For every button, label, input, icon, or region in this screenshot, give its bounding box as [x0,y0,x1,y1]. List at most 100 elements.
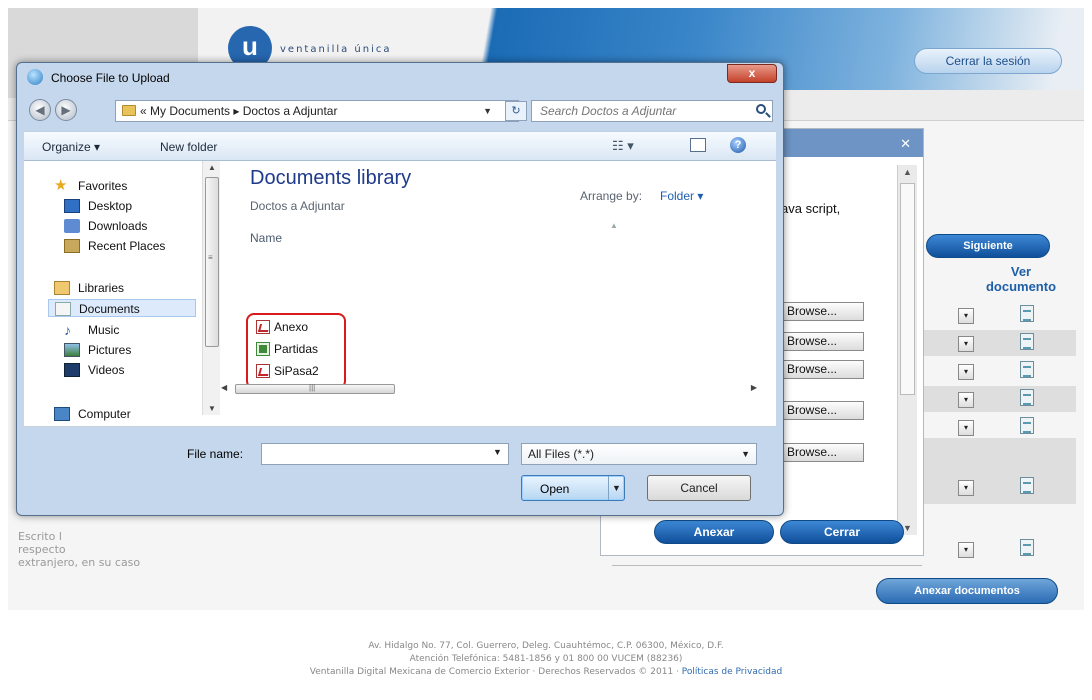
forward-button[interactable]: ▶ [55,99,77,121]
sort-indicator-icon: ▲ [610,221,618,230]
open-options-dropdown[interactable]: ▼ [608,476,624,500]
browse-button[interactable]: Browse... [780,302,864,321]
scroll-right-icon[interactable]: ▶ [751,383,757,392]
modal-scrollbar[interactable]: ▲ ▼ [897,165,917,535]
open-button[interactable]: Open ▼ [521,475,625,501]
scroll-up-icon[interactable]: ▲ [903,167,912,177]
nav-recent-places[interactable]: Recent Places [64,237,165,255]
address-row: ◀ ▶ « My Documents ▸ Doctos a Adjuntar ▼… [17,95,783,125]
browse-button[interactable]: Browse... [780,332,864,351]
type-select[interactable]: ▾ [958,542,974,558]
search-icon[interactable] [756,104,766,114]
chevron-down-icon[interactable]: ▼ [493,447,502,457]
view-document-icon[interactable] [1020,333,1034,350]
logout-button[interactable]: Cerrar la sesión [914,48,1062,74]
scroll-down-icon[interactable]: ▼ [208,404,216,413]
library-title: Documents library [250,167,412,189]
view-document-icon[interactable] [1020,539,1034,556]
next-button[interactable]: Siguiente [926,234,1050,258]
grip-icon: ≡ [208,253,213,262]
privacy-policy-link[interactable]: Políticas de Privacidad [682,667,782,677]
type-select[interactable]: ▾ [958,336,974,352]
scroll-left-icon[interactable]: ◀ [221,383,227,392]
grip-icon: ||| [309,383,316,392]
choose-file-dialog: Choose File to Upload x ◀ ▶ « My Documen… [16,62,784,516]
nav-label: Libraries [78,281,125,295]
highlight-annotation [246,313,346,389]
pictures-icon [64,343,80,357]
nav-label: Desktop [88,199,133,213]
filter-value: All Files (*.*) [528,447,595,461]
doc-row [924,438,1076,504]
type-select[interactable]: ▾ [958,364,974,380]
vucem-logo-text: ventanilla única [280,44,392,55]
type-select[interactable]: ▾ [958,480,974,496]
browser-globe-icon [27,69,43,85]
arrange-by-label: Arrange by: [580,189,643,203]
footer-address: Av. Hidalgo No. 77, Col. Guerrero, Deleg… [368,641,724,651]
library-subtitle: Doctos a Adjuntar [250,199,345,213]
footer: Av. Hidalgo No. 77, Col. Guerrero, Deleg… [0,640,1092,679]
close-button[interactable]: x [727,64,777,83]
description-line: respecto [18,543,66,556]
doc-row [924,330,1076,356]
type-select[interactable]: ▾ [958,308,974,324]
view-document-icon[interactable] [1020,477,1034,494]
new-folder-button[interactable]: New folder [160,140,217,154]
dialog-titlebar[interactable]: Choose File to Upload x [17,63,783,91]
nav-videos[interactable]: Videos [64,361,124,379]
browse-button[interactable]: Browse... [780,360,864,379]
file-name-label: File name: [187,447,244,461]
cancel-button[interactable]: Cancel [647,475,751,501]
nav-label: Recent Places [88,239,166,253]
type-select[interactable]: ▾ [958,420,974,436]
nav-libraries[interactable]: Libraries [54,279,124,297]
nav-documents[interactable]: Documents [48,299,196,317]
doc-row [924,386,1076,412]
name-column-header[interactable]: Name [250,231,282,245]
preview-pane-icon[interactable] [690,138,706,152]
modal-close-icon[interactable]: ✕ [900,136,911,152]
type-select[interactable]: ▾ [958,392,974,408]
nav-computer[interactable]: Computer [54,405,131,423]
view-document-icon[interactable] [1020,389,1034,406]
nav-favorites[interactable]: ★ Favorites [54,177,127,195]
browse-button[interactable]: Browse... [780,443,864,462]
view-document-icon[interactable] [1020,417,1034,434]
scroll-thumb[interactable] [205,177,219,347]
nav-scrollbar[interactable]: ▲ ≡ ▼ [202,161,220,415]
back-button[interactable]: ◀ [29,99,51,121]
videos-icon [64,363,80,377]
libraries-icon [54,281,70,295]
file-type-filter[interactable]: All Files (*.*) ▼ [521,443,757,465]
browse-button[interactable]: Browse... [780,401,864,420]
description-divider [612,548,922,566]
organize-menu[interactable]: Organize ▾ [42,140,100,154]
help-icon[interactable]: ? [730,137,746,153]
scroll-up-icon[interactable]: ▲ [208,163,216,172]
breadcrumb-path: « My Documents ▸ Doctos a Adjuntar [140,104,338,118]
arrange-by-dropdown[interactable]: Folder ▾ [660,189,703,203]
nav-pictures[interactable]: Pictures [64,341,131,359]
anexar-documentos-button[interactable]: Anexar documentos [876,578,1058,604]
view-document-icon[interactable] [1020,361,1034,378]
downloads-icon [64,219,80,233]
file-name-input[interactable] [261,443,509,465]
anexar-button[interactable]: Anexar [654,520,774,544]
cerrar-button[interactable]: Cerrar [780,520,904,544]
chevron-down-icon: ▼ [741,449,750,459]
chevron-down-icon[interactable]: ▼ [483,101,492,121]
doc-row [924,358,1076,384]
nav-desktop[interactable]: Desktop [64,197,132,215]
change-view-icon[interactable]: ☷ ▾ [612,138,634,154]
view-document-icon[interactable] [1020,305,1034,322]
scroll-thumb[interactable] [900,183,915,395]
search-box [531,100,773,122]
nav-downloads[interactable]: Downloads [64,217,147,235]
refresh-icon[interactable]: ↻ [505,101,527,121]
search-input[interactable] [532,101,742,121]
scroll-down-icon[interactable]: ▼ [903,523,912,533]
horizontal-scrollbar[interactable]: ◀ ||| ▶ [215,381,769,397]
nav-music[interactable]: ♪ Music [64,321,119,339]
breadcrumb[interactable]: « My Documents ▸ Doctos a Adjuntar ▼ [115,100,519,122]
